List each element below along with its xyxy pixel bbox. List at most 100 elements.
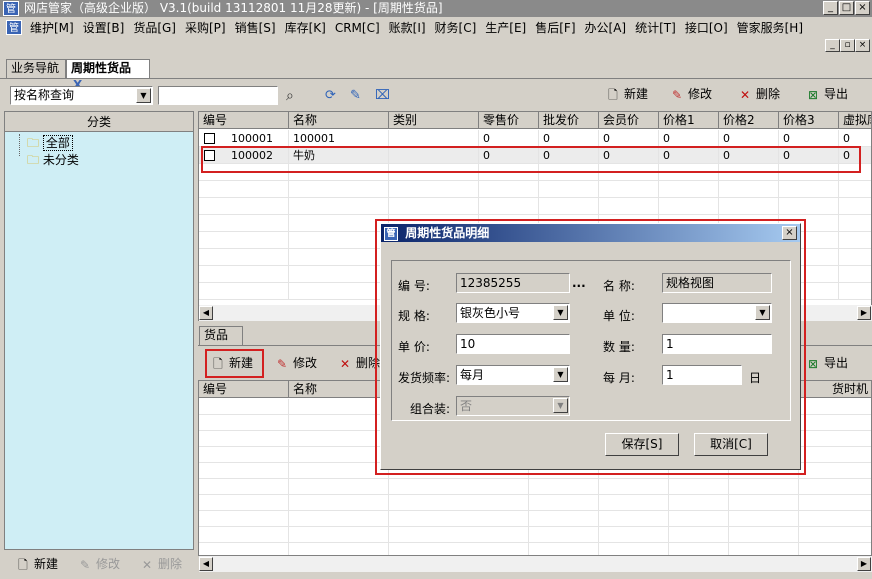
menu-item[interactable]: 售后[F]	[535, 18, 575, 38]
scroll-right-icon[interactable]: ▶	[857, 306, 871, 320]
menu-item[interactable]: 办公[A]	[585, 18, 627, 38]
empty-cell	[199, 479, 289, 495]
mdi-close-button[interactable]: ×	[855, 39, 870, 52]
scroll-left-icon[interactable]: ◀	[199, 306, 213, 320]
category-new-button[interactable]: 🗋 新建	[16, 553, 58, 575]
query-mode-select[interactable]: 按名称查询 ▼	[10, 86, 153, 105]
menu-item[interactable]: 设置[B]	[83, 18, 125, 38]
empty-cell	[289, 543, 389, 555]
empty-cell	[719, 181, 779, 198]
empty-cell	[199, 399, 289, 415]
export-button[interactable]: ⊠ 导出	[806, 83, 848, 105]
grid-col-header[interactable]: 价格2	[719, 112, 779, 129]
menu-item[interactable]: 管家服务[H]	[737, 18, 803, 38]
excel-icon: ⊠	[807, 356, 819, 371]
dialog-title-bar: 管 周期性货品明细	[381, 224, 800, 242]
save-button[interactable]: 保存[S]	[605, 433, 679, 456]
menu-item[interactable]: 统计[T]	[635, 18, 676, 38]
scroll-left-icon[interactable]: ◀	[199, 557, 213, 571]
scroll-right-icon[interactable]: ▶	[857, 557, 871, 571]
empty-cell	[669, 511, 729, 527]
goods-new-button[interactable]: 🗋 新建	[211, 352, 253, 374]
empty-cell	[729, 527, 799, 543]
grid-col-header[interactable]: 价格1	[659, 112, 719, 129]
empty-cell	[839, 198, 871, 215]
combo-select[interactable]: 否 ▼	[456, 396, 570, 416]
refresh-icon[interactable]: ⟳	[325, 88, 336, 103]
grid-col-header[interactable]: 批发价	[539, 112, 599, 129]
delete-x-icon: ✕	[141, 557, 153, 572]
mdi-restore-button[interactable]: ▫	[840, 39, 855, 52]
menu-item[interactable]: 接口[O]	[685, 18, 728, 38]
search-input[interactable]	[158, 86, 278, 105]
month-day-input[interactable]: 1	[662, 365, 742, 385]
goods-export-button[interactable]: ⊠ 导出	[806, 352, 848, 374]
empty-cell	[199, 283, 289, 300]
search-icon[interactable]: ⌕	[286, 88, 294, 104]
grid-col-header[interactable]: 编号	[199, 112, 289, 129]
code-field[interactable]: 12385255	[456, 273, 570, 293]
empty-cell	[289, 283, 389, 300]
clear-doc-icon[interactable]: ⌧	[375, 88, 390, 103]
empty-cell	[539, 181, 599, 198]
menu-item[interactable]: 销售[S]	[235, 18, 276, 38]
new-button[interactable]: 🗋 新建	[606, 83, 648, 105]
tab-goods[interactable]: 货品	[199, 326, 243, 345]
unit-select[interactable]: ▼	[662, 303, 772, 323]
detail-hscrollbar[interactable]: ◀ ▶	[199, 556, 872, 572]
empty-cell	[289, 232, 389, 249]
empty-cell	[289, 249, 389, 266]
tree-item-uncategorized[interactable]: 🗀 未分类	[27, 151, 79, 172]
code-lookup-button[interactable]: ...	[572, 276, 586, 290]
detail-col-ship-time[interactable]: 货时机	[801, 381, 871, 398]
empty-cell	[659, 198, 719, 215]
grid-col-header[interactable]: 会员价	[599, 112, 659, 129]
category-tree: 🗀 全部 🗀 未分类	[5, 132, 193, 549]
maximize-button[interactable]: □	[839, 1, 854, 15]
delete-button[interactable]: ✕ 删除	[738, 83, 780, 105]
empty-cell	[529, 479, 599, 495]
day-label: 日	[749, 371, 762, 385]
goods-edit-button[interactable]: ✎ 修改	[275, 352, 317, 374]
spec-select[interactable]: 银灰色小号 ▼	[456, 303, 570, 323]
grid-col-header[interactable]: 虚拟库	[839, 112, 871, 129]
menu-app-icon[interactable]: 管	[6, 20, 22, 35]
empty-cell	[199, 198, 289, 215]
name-field[interactable]: 规格视图	[662, 273, 772, 293]
category-edit-button[interactable]: ✎ 修改	[78, 553, 120, 575]
empty-cell	[479, 181, 539, 198]
grid-col-header[interactable]: 类别	[389, 112, 479, 129]
empty-cell	[289, 479, 389, 495]
menu-item[interactable]: 库存[K]	[285, 18, 326, 38]
grid-col-header[interactable]: 价格3	[779, 112, 839, 129]
menu-item[interactable]: 财务[C]	[435, 18, 477, 38]
grid-col-header[interactable]: 名称	[289, 112, 389, 129]
tab-business-nav[interactable]: 业务导航	[6, 59, 66, 78]
menu-item[interactable]: 货品[G]	[133, 18, 176, 38]
menu-item[interactable]: 维护[M]	[30, 18, 74, 38]
price-input[interactable]: 10	[456, 334, 570, 354]
goods-delete-button[interactable]: ✕ 删除	[338, 352, 380, 374]
detail-col-code[interactable]: 编号	[199, 381, 289, 398]
freq-select[interactable]: 每月 ▼	[456, 365, 570, 385]
table-cell: 100001	[289, 130, 389, 147]
menu-item[interactable]: 生产[E]	[485, 18, 526, 38]
close-button[interactable]: ×	[855, 1, 870, 15]
dialog-close-button[interactable]: ×	[782, 226, 797, 240]
empty-cell	[839, 232, 871, 249]
edit-doc-icon[interactable]: ✎	[350, 88, 361, 103]
empty-cell	[289, 511, 389, 527]
edit-button[interactable]: ✎ 修改	[670, 83, 712, 105]
tab-periodic-goods[interactable]: 周期性货品 X	[66, 59, 150, 92]
mdi-minimize-button[interactable]: _	[825, 39, 840, 52]
cancel-button[interactable]: 取消[C]	[694, 433, 768, 456]
qty-input[interactable]: 1	[662, 334, 772, 354]
menu-item[interactable]: 账款[I]	[389, 18, 426, 38]
grid-col-header[interactable]: 零售价	[479, 112, 539, 129]
detail-col-name[interactable]: 名称	[289, 381, 389, 398]
menu-item[interactable]: 采购[P]	[185, 18, 226, 38]
minimize-button[interactable]: _	[823, 1, 838, 15]
unit-label: 单 位:	[603, 309, 635, 323]
category-delete-button[interactable]: ✕ 删除	[140, 553, 182, 575]
menu-item[interactable]: CRM[C]	[335, 18, 380, 38]
